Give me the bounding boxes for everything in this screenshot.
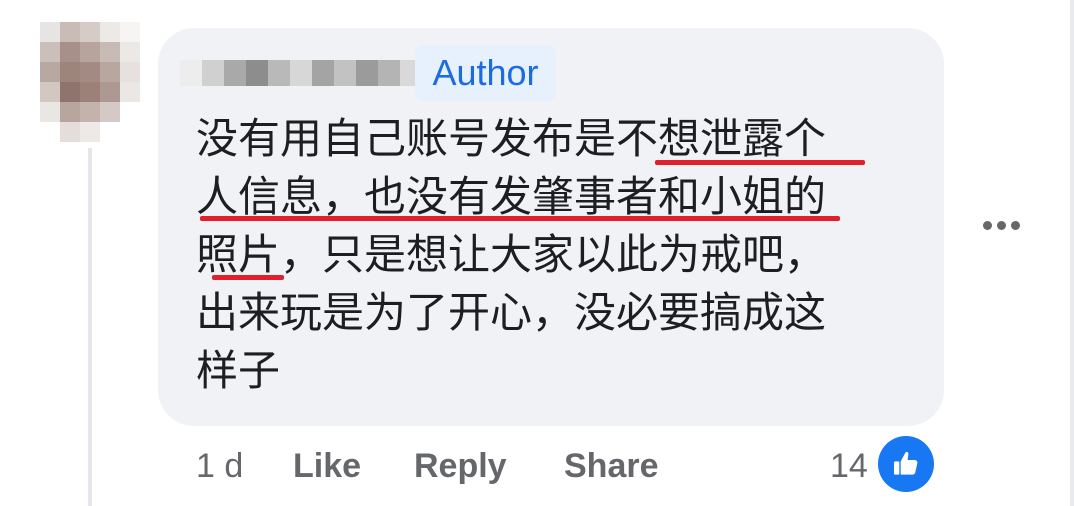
more-horizontal-icon [1010, 220, 1020, 230]
like-button[interactable]: Like [293, 438, 361, 494]
more-horizontal-icon [996, 220, 1006, 230]
author-name-redacted[interactable] [180, 58, 422, 88]
comment-line-5: 样子 [196, 346, 281, 395]
timestamp[interactable]: 1 d [196, 438, 243, 494]
highlight-underline [655, 160, 865, 165]
comment-screenshot: Author 没有用自己账号发布是不想泄露个 人信息，也没有发肇事者和小姐的 照… [0, 0, 1074, 506]
comment-line-3: 照片，只是想让大家以此为戒吧， [196, 230, 827, 279]
avatar[interactable] [40, 22, 140, 142]
thread-connector-line [88, 148, 92, 506]
reply-button[interactable]: Reply [414, 438, 507, 494]
author-badge: Author [415, 45, 556, 101]
highlight-underline [200, 216, 840, 221]
reaction-count[interactable]: 14 [830, 438, 868, 494]
highlight-underline [212, 275, 284, 280]
more-options-button[interactable] [976, 210, 1026, 240]
share-button[interactable]: Share [564, 438, 659, 494]
comment-body: 没有用自己账号发布是不想泄露个 人信息，也没有发肇事者和小姐的 照片，只是想让大… [196, 110, 896, 400]
more-horizontal-icon [982, 220, 992, 230]
thumbs-up-glyph [894, 452, 918, 475]
panel-edge [1070, 0, 1074, 506]
comment-line-4: 出来玩是为了开心，没必要搞成这 [196, 288, 827, 337]
thumbs-up-icon[interactable] [878, 436, 934, 492]
